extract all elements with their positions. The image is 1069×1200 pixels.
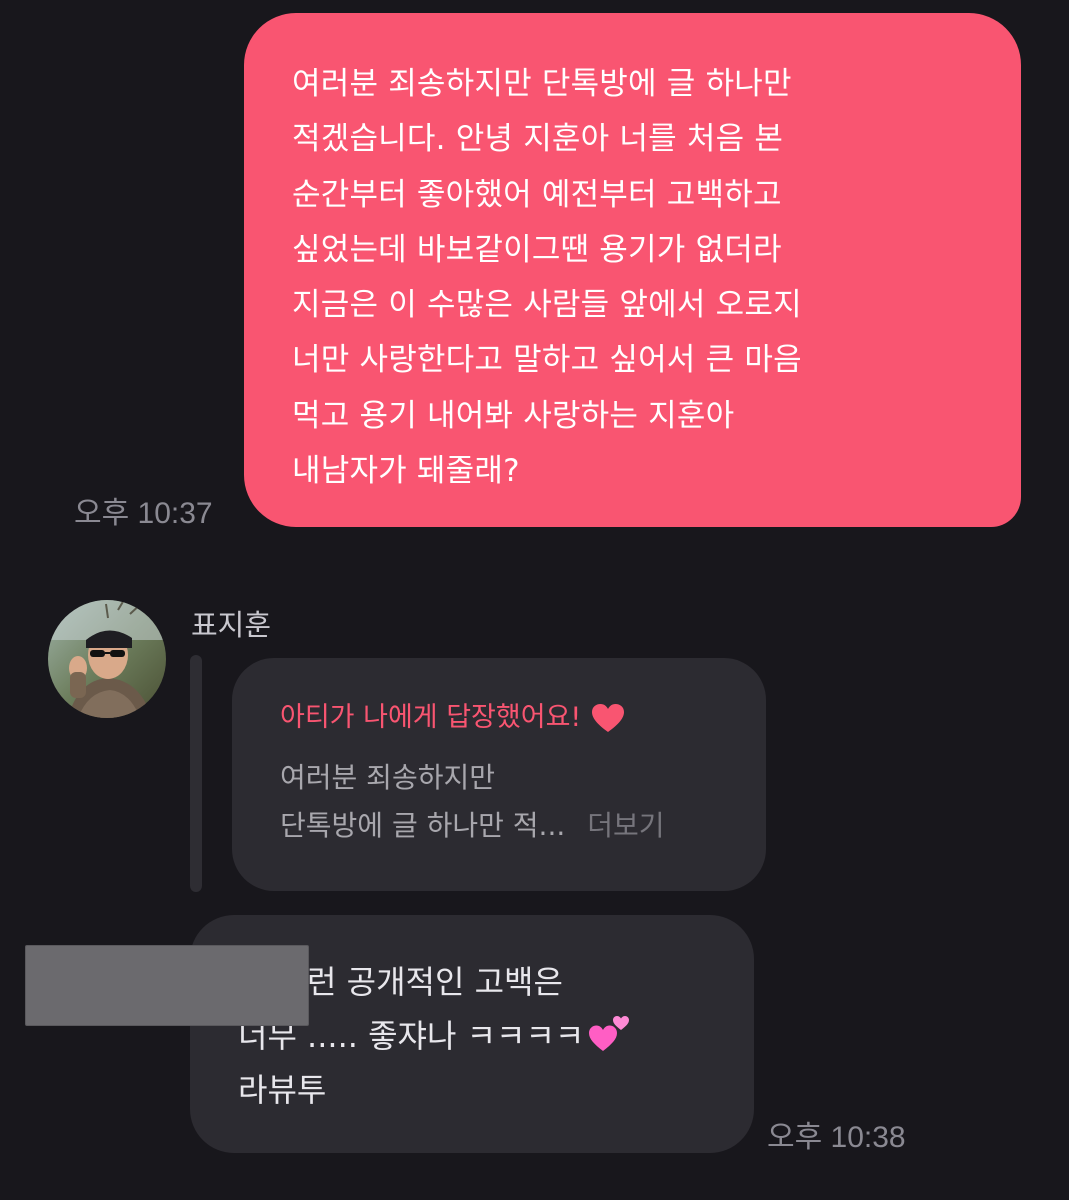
reply-quote: 여러분 죄송하지만 단톡방에 글 하나만 적... 더보기 xyxy=(280,754,718,850)
reply-thread-rail xyxy=(190,655,202,892)
profile-photo-icon xyxy=(48,600,166,718)
sent-message-line: 내남자가 돼줄래? xyxy=(292,453,520,490)
received-message-line: 아 이런 공개적인 고백은 xyxy=(238,963,563,1001)
sender-name: 표지훈 xyxy=(191,608,272,642)
reply-card-title-text: 아티가 나에게 답장했어요! xyxy=(280,702,582,733)
sent-message-line: 여러분 죄송하지만 단톡방에 글 하나만 xyxy=(292,66,792,102)
reply-quote-line: 여러분 죄송하지만 xyxy=(280,761,495,794)
sent-message-line: 너만 사랑한다고 말하고 싶어서 큰 마음 xyxy=(292,342,802,379)
received-message-line: 너무 ..... 좋쟈나 ㅋㅋㅋㅋ xyxy=(238,1009,754,1063)
sent-timestamp: 오후 10:37 xyxy=(74,497,213,530)
received-message-line: 라뷰투 xyxy=(238,1071,327,1109)
reply-quote-text: 단톡방에 글 하나만 적... xyxy=(280,809,566,842)
sent-message-line: 먹고 용기 내어봐 사랑하는 지훈아 xyxy=(292,397,735,434)
received-timestamp: 오후 10:38 xyxy=(767,1121,906,1154)
heart-icon xyxy=(592,704,625,732)
sent-message-line: 싶었는데 바보같이그땐 용기가 없더라 xyxy=(292,231,782,268)
sent-message-line: 순간부터 좋아했어 예전부터 고백하고 xyxy=(292,176,782,213)
sent-message-bubble[interactable]: 여러분 죄송하지만 단톡방에 글 하나만 적겠습니다. 안녕 지훈아 너를 처음… xyxy=(244,13,1021,527)
avatar[interactable] xyxy=(48,600,166,718)
reply-quote-line: 단톡방에 글 하나만 적... 더보기 xyxy=(280,802,718,850)
more-button[interactable]: 더보기 xyxy=(587,809,664,842)
sent-message-line: 적겠습니다. 안녕 지훈아 너를 처음 본 xyxy=(292,121,784,158)
redaction-box xyxy=(25,945,309,1026)
two-hearts-icon xyxy=(589,1016,630,1051)
reply-card-title: 아티가 나에게 답장했어요! xyxy=(280,698,718,738)
reply-card[interactable]: 아티가 나에게 답장했어요! 여러분 죄송하지만 단톡방에 글 하나만 적...… xyxy=(232,658,766,891)
sent-message-line: 지금은 이 수많은 사람들 앞에서 오로지 xyxy=(292,287,802,324)
